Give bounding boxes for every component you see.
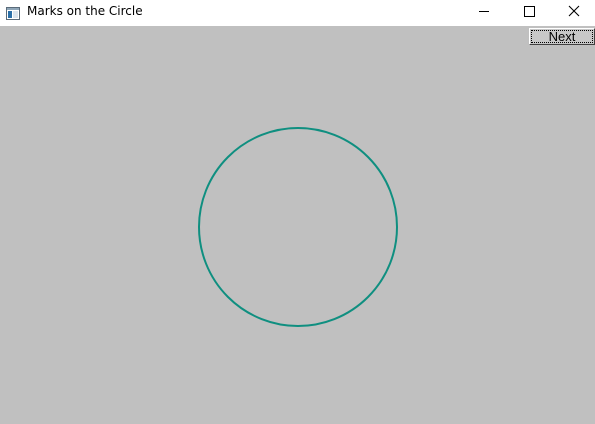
maximize-button[interactable] [507,0,553,26]
drawing-area[interactable]: Next [0,26,595,424]
maximize-icon [524,6,535,17]
window-title: Marks on the Circle [27,4,143,18]
next-button[interactable]: Next [529,28,595,45]
app-window-icon [6,5,20,20]
app-window: Marks on the Circle Next [0,0,595,424]
minimize-button[interactable] [461,0,507,26]
title-bar[interactable]: Marks on the Circle [0,0,595,26]
circle-canvas [198,127,398,327]
close-button[interactable] [552,0,595,26]
close-icon [568,5,580,17]
circle [198,127,398,327]
next-button-label: Next [548,29,576,44]
